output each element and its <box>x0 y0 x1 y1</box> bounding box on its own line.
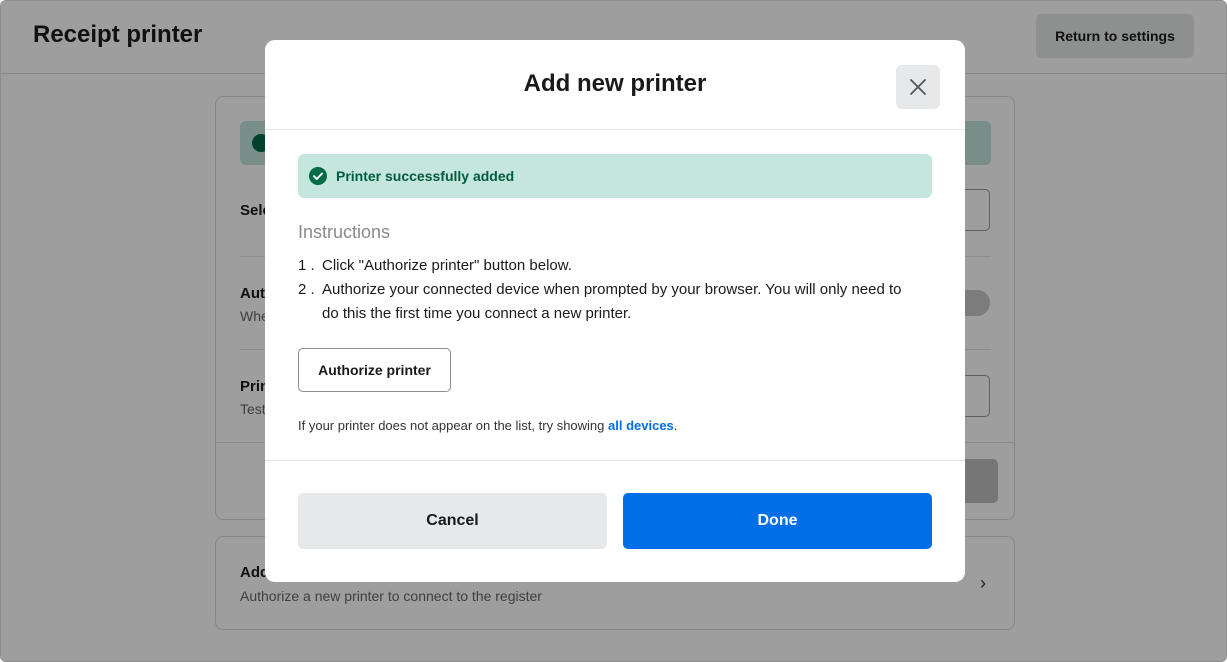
app-window: Receipt printer Return to settings Sele … <box>0 0 1227 662</box>
instructions-title: Instructions <box>298 222 391 242</box>
success-message: Printer successfully added <box>336 168 515 184</box>
check-circle-icon <box>309 167 327 185</box>
success-banner: Printer successfully added <box>298 154 932 198</box>
cancel-button[interactable]: Cancel <box>298 493 607 549</box>
list-item-text: Authorize your connected device when pro… <box>322 281 902 322</box>
add-printer-modal: Add new printer Printer successfully add… <box>265 40 965 582</box>
list-item-number: 2 . <box>298 281 315 298</box>
list-item-number: 1 . <box>298 257 315 274</box>
authorize-printer-button[interactable]: Authorize printer <box>298 348 451 392</box>
close-button[interactable] <box>896 65 940 109</box>
list-item: 2 . Authorize your connected device when… <box>298 278 918 326</box>
all-devices-link[interactable]: all devices <box>608 418 674 433</box>
done-button[interactable]: Done <box>623 493 932 549</box>
instructions-list: 1 . Click "Authorize printer" button bel… <box>298 254 918 326</box>
hint-text: If your printer does not appear on the l… <box>298 418 677 433</box>
list-item-text: Click "Authorize printer" button below. <box>322 257 572 274</box>
modal-header: Add new printer <box>265 40 965 130</box>
divider <box>265 460 965 461</box>
hint-prefix: If your printer does not appear on the l… <box>298 418 609 433</box>
hint-suffix: . <box>673 418 678 433</box>
close-icon <box>910 79 926 95</box>
list-item: 1 . Click "Authorize printer" button bel… <box>298 254 918 278</box>
modal-title: Add new printer <box>523 70 707 97</box>
